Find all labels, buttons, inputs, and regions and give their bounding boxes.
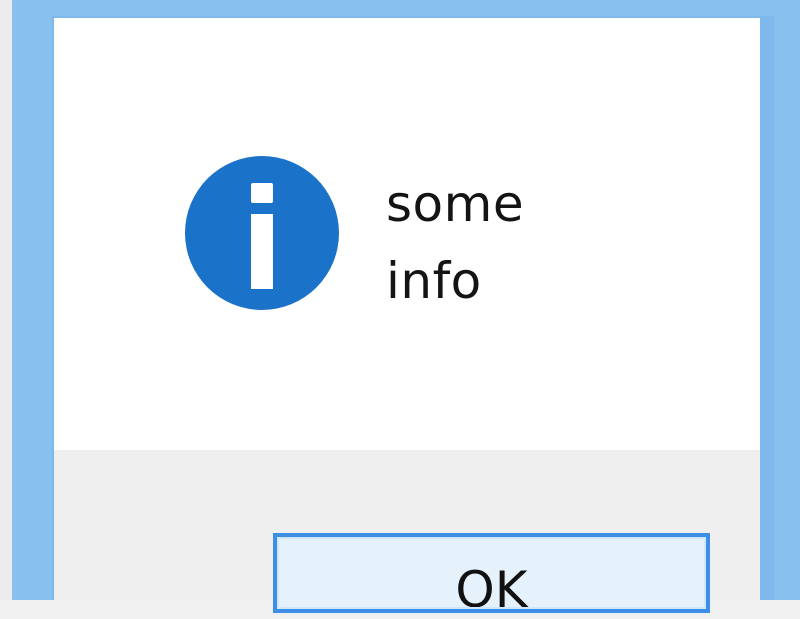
message-line-1: some	[386, 175, 525, 233]
button-bar: OK	[54, 450, 760, 619]
info-icon	[184, 155, 340, 311]
desktop-edge	[0, 0, 12, 600]
message-line-2: info	[386, 252, 482, 310]
ok-button-label: OK	[455, 561, 528, 619]
message-area: some info	[54, 18, 760, 450]
dialog-client-area: some info OK	[54, 18, 760, 619]
message-text: some info	[386, 166, 524, 320]
ok-button[interactable]: OK	[273, 533, 710, 619]
